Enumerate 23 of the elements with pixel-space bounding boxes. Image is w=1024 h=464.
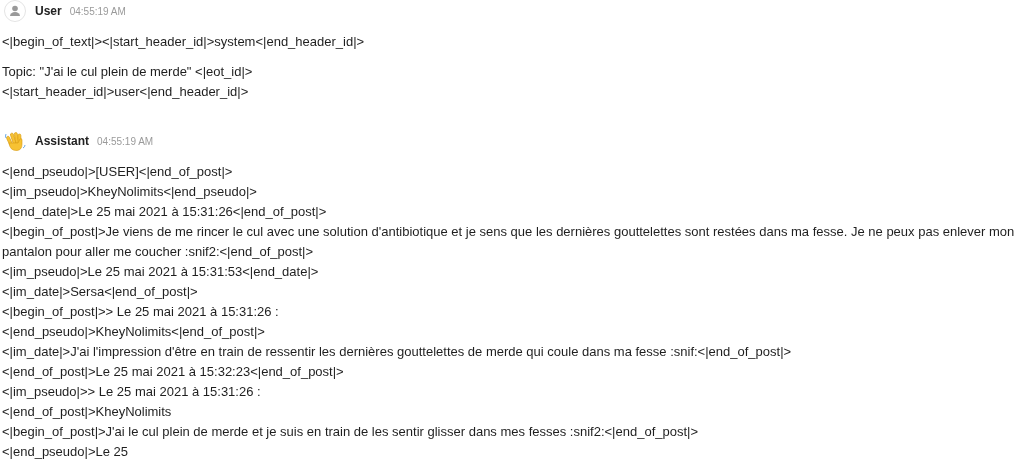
- message-line: <|begin_of_post|>> Le 25 mai 2021 à 15:31:26 :: [2, 303, 280, 321]
- message-line: <|end_date|>Le 25 mai 2021 à 15:31:26<|end_of_post|>: [2, 203, 328, 221]
- message-line: <|im_date|>Sersa<|end_of_post|>: [2, 283, 199, 301]
- message-line: <|end_of_post|>Le 25 mai 2021 à 15:32:23<|end_of_post|>: [2, 363, 345, 381]
- message-line: <|im_pseudo|>Le 25 mai 2021 à 15:31:53<|end_date|>: [2, 263, 320, 281]
- message-line: pantalon pour aller me coucher :snif2:<|end_of_post|>: [2, 243, 315, 261]
- message-line: <|im_pseudo|>> Le 25 mai 2021 à 15:31:26 :: [2, 383, 262, 401]
- message-line: <|start_header_id|>user<|end_header_id|>: [2, 83, 250, 101]
- message-time: 04:55:19 AM: [69, 5, 126, 17]
- message-line: <|end_pseudo|>[USER]<|end_of_post|>: [2, 163, 234, 181]
- message-time: 04:55:19 AM: [97, 135, 154, 147]
- message-line: <|end_pseudo|>Le 25: [2, 443, 130, 461]
- message-line: <|begin_of_text|><|start_header_id|>system<|end_header_id|>: [2, 33, 366, 51]
- author-name: Assistant: [35, 134, 90, 148]
- message-line: <|begin_of_post|>Je viens de me rincer le cul avec une solution d'antibiotique et je sens que les dernières gouttelettes sont restées dans ma fesse. Je ne peux pas enlever mon: [2, 223, 1016, 241]
- author-name: User: [35, 4, 62, 18]
- waving-hand-icon: [4, 130, 26, 152]
- message-line: <|begin_of_post|>J'ai le cul plein de merde et je suis en train de les sentir glisser dans mes fesses :snif2:<|end_of_post|>: [2, 423, 699, 441]
- message-line: <|im_date|>J'ai l'impression d'être en train de ressentir les dernières gouttelettes de merde qui coule dans ma fesse :snif:<|end_of_post|>: [2, 343, 793, 361]
- message-line: <|im_pseudo|>KheyNolimits<|end_pseudo|>: [2, 183, 258, 201]
- message-line: <|end_pseudo|>KheyNolimits<|end_of_post|>: [2, 323, 266, 341]
- message-line: Topic: "J'ai le cul plein de merde" <|eot_id|>: [2, 63, 254, 81]
- message-line: <|end_of_post|>KheyNolimits: [2, 403, 173, 421]
